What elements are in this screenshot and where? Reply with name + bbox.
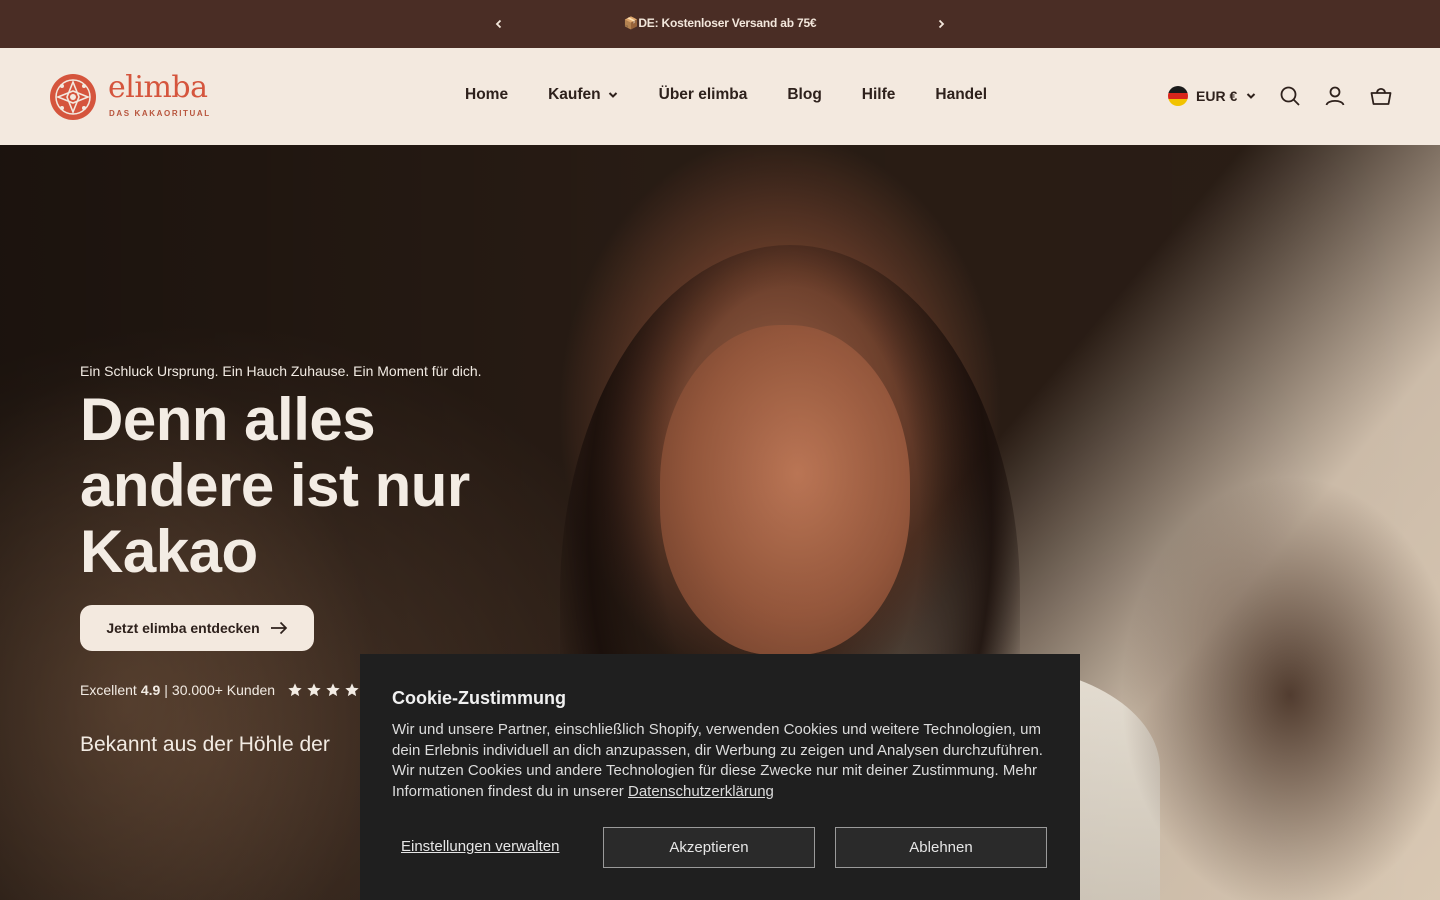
announcement-message: 📦DE: Kostenloser Versand ab 75€ [623,16,817,30]
nav-label: Über elimba [658,86,748,103]
account-button[interactable] [1323,84,1347,108]
cart-icon [1370,87,1392,105]
privacy-policy-link[interactable]: Datenschutzerklärung [628,783,774,800]
cta-label: Jetzt elimba entdecken [106,620,260,636]
announcement-next-button[interactable] [931,14,951,34]
star-icon [288,683,302,697]
site-header: elimba DAS KAKAORITUAL Home Kaufen Über … [0,48,1440,145]
rating-separator: | [164,682,168,698]
known-from-text: Bekannt aus der Höhle der [80,733,330,756]
cookie-body: Wir und unsere Partner, einschließlich S… [392,720,1048,802]
nav-item-home[interactable]: Home [465,86,508,104]
germany-flag-icon [1168,86,1188,106]
cookie-title: Cookie-Zustimmung [392,688,566,708]
arrow-right-icon [270,621,287,635]
star-icon [345,683,359,697]
nav-item-handel[interactable]: Handel [935,86,987,104]
manage-settings-link[interactable]: Einstellungen verwalten [401,838,559,855]
main-nav: Home Kaufen Über elimba Blog Hilfe Hande… [465,86,987,104]
announcement-prev-button[interactable] [489,14,509,34]
nav-item-kaufen[interactable]: Kaufen [548,86,619,104]
logo-wordmark: elimba [108,70,208,105]
nav-label: Blog [787,86,822,103]
rating-prefix: Excellent [80,682,137,698]
hero-tagline: Ein Schluck Ursprung. Ein Hauch Zuhause.… [80,363,482,379]
nav-item-hilfe[interactable]: Hilfe [862,86,896,104]
search-button[interactable] [1278,84,1302,108]
star-icon [326,683,340,697]
cookie-consent-dialog: Cookie-Zustimmung Wir und unsere Partner… [360,654,1080,900]
chevron-down-icon [608,92,617,98]
logo-tagline: DAS KAKAORITUAL [109,109,211,118]
hero-headline: Denn alles andere ist nur Kakao [80,386,470,585]
chevron-right-icon [938,19,945,29]
chevron-down-icon [1247,93,1256,99]
search-icon [1280,86,1300,106]
rating-score: 4.9 [140,682,161,698]
nav-label: Hilfe [861,86,896,103]
nav-item-blog[interactable]: Blog [787,86,821,104]
account-icon [1325,86,1345,106]
rating-customers: 30.000+ Kunden [171,682,276,698]
logo[interactable]: elimba DAS KAKAORITUAL [48,70,218,122]
logo-mandala-icon [50,74,96,120]
cart-button[interactable] [1369,84,1393,108]
currency-label: EUR € [1196,88,1238,104]
announcement-bar: 📦DE: Kostenloser Versand ab 75€ [0,0,1440,48]
accept-button[interactable]: Akzeptieren [603,827,815,868]
chevron-left-icon [495,19,502,29]
decline-button[interactable]: Ablehnen [835,827,1047,868]
star-icon [307,683,321,697]
nav-label: Home [465,86,509,103]
nav-label: Handel [935,86,988,103]
nav-label: Kaufen [548,86,601,103]
rating-summary: Excellent 4.9 | 30.000+ Kunden [80,682,379,698]
hero-cta-button[interactable]: Jetzt elimba entdecken [80,605,314,651]
nav-item-ueber-elimba[interactable]: Über elimba [659,86,748,104]
currency-selector[interactable]: EUR € [1168,86,1257,106]
